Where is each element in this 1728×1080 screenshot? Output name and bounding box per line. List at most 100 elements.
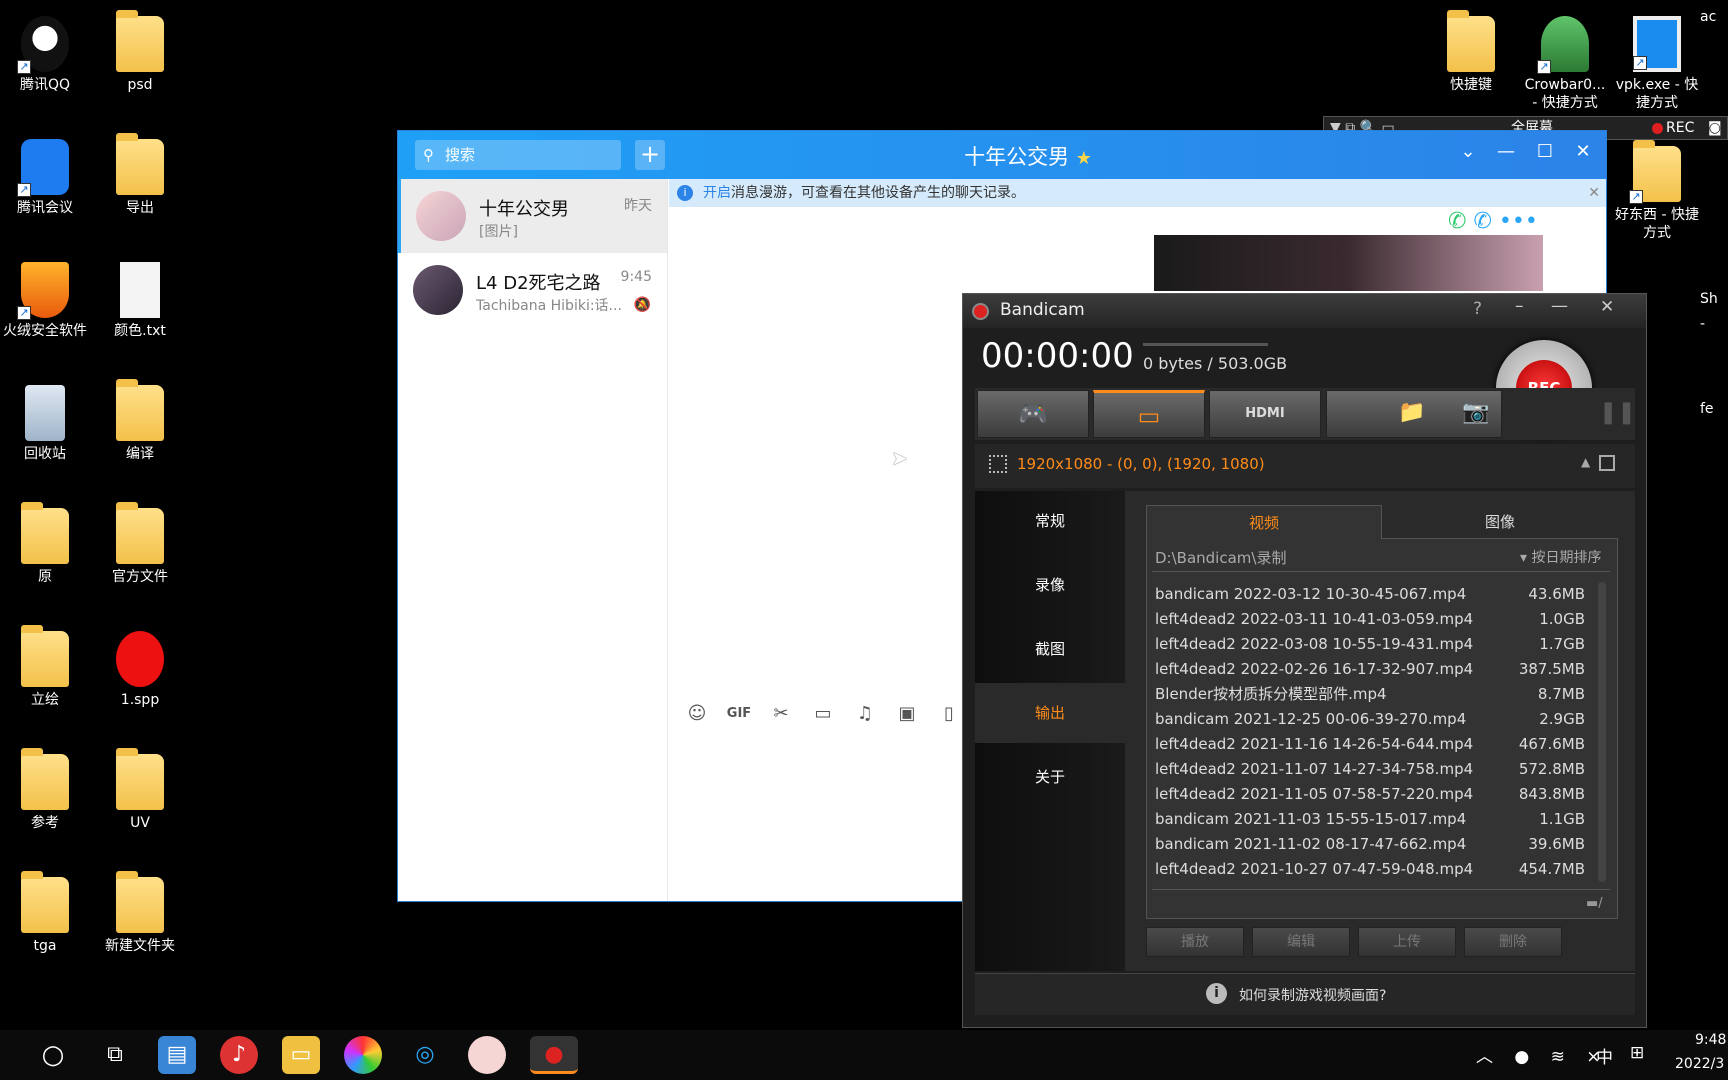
overlay-camera-icon[interactable]: ◙ [1708,117,1722,139]
clock-time[interactable]: 9:48 [1695,1032,1726,1048]
taskbar-color-app[interactable] [344,1036,382,1074]
desktop-icon[interactable]: tga [0,869,90,979]
desktop-icon[interactable]: ↗ Crowbar0... - 快捷方式 [1520,8,1610,118]
taskbar-netease-music[interactable]: ♪ [220,1036,258,1074]
folder-icon [21,871,69,933]
pause-icon[interactable]: ❚❚ [1599,400,1636,425]
tray-icons[interactable]: ︿ ● ≋ ⨯ [1476,1042,1609,1067]
file-name: bandicam 2021-11-02 08-17-47-662.mp4 [1155,835,1467,853]
scissors-icon[interactable]: ✂ [767,701,795,727]
music-icon[interactable]: ♫ [851,701,879,727]
desktop-icon[interactable]: fe [1700,400,1728,510]
desktop-icon[interactable]: 立绘 [0,623,90,733]
maximize-button[interactable]: ☐ [1530,141,1560,162]
region-select-icon[interactable] [989,455,1007,473]
sidebar-item-4[interactable]: 关于 [975,747,1125,807]
desktop-icon[interactable]: 参考 [0,746,90,856]
taskbar-explorer[interactable]: ▭ [282,1036,320,1074]
enable-roaming-link[interactable]: 开启 [703,185,731,201]
desktop-icon[interactable]: psd [95,8,185,118]
desktop-icon-label: tga [33,938,57,954]
keyboard-icon[interactable]: ⊞ [1630,1043,1644,1063]
minimize-button[interactable]: — [1491,141,1521,162]
hdmi-mode-button[interactable]: HDMI [1209,390,1321,438]
bandicam-minimize-button[interactable]: — [1551,296,1568,316]
desktop-icon[interactable]: 1.spp [95,623,185,733]
chevron-down-icon[interactable]: ⌄ [1453,141,1483,162]
taskbar-app-1[interactable]: ▤ [158,1036,196,1074]
file-list-item[interactable]: bandicam 2021-11-03 15-55-15-017.mp4 1.1G… [1155,807,1585,831]
game-mode-button[interactable]: 🎮 [977,390,1089,438]
search-circle-icon[interactable]: ○ [34,1036,72,1074]
footer-help-link[interactable]: 如何录制游戏视频画面? [1239,985,1386,1005]
desktop-icon[interactable]: 官方文件 [95,500,185,610]
file-list-item[interactable]: left4dead2 2021-10-27 07-47-59-048.mp4 45… [1155,857,1585,881]
file-list-item[interactable]: Blender按材质拆分模型部件.mp4 8.7MB [1155,682,1585,706]
gif-icon[interactable]: GIF [725,701,753,727]
desktop-icon[interactable]: ↗ 好东西 - 快捷 方式 [1612,138,1702,248]
screen-share-icon[interactable]: ▯ [935,701,963,727]
file-list-item[interactable]: bandicam 2021-12-25 00-06-39-270.mp4 2.9G… [1155,707,1585,731]
taskbar-app-ring[interactable]: ◎ [406,1036,444,1074]
file-list-item[interactable]: left4dead2 2021-11-05 07-58-57-220.mp4 84… [1155,782,1585,806]
ime-indicator[interactable]: 中 [1596,1043,1613,1068]
file-action-button-1[interactable]: 编辑 [1252,927,1350,957]
file-list-item[interactable]: left4dead2 2021-11-16 14-26-54-644.mp4 46… [1155,732,1585,756]
desktop-icon[interactable]: ac [1700,8,1728,118]
file-list-scrollbar[interactable] [1598,582,1606,882]
desktop-icon[interactable]: 回收站 [0,377,90,487]
notice-close-icon[interactable]: ✕ [1588,179,1600,207]
chat-list-item[interactable]: L4 D2死宅之路 Tachibana Hibiki:话... 9:45 🔕 [398,253,667,327]
sidebar-item-1[interactable]: 录像 [975,555,1125,615]
file-list-item[interactable]: left4dead2 2022-03-11 10-41-03-059.mp4 1.… [1155,607,1585,631]
file-list-item[interactable]: left4dead2 2021-11-07 14-27-34-758.mp4 57… [1155,757,1585,781]
open-folder-icon[interactable]: 📁 [1398,400,1425,425]
file-list-item[interactable]: bandicam 2021-11-02 08-17-47-662.mp4 39.6… [1155,832,1585,856]
desktop-icon[interactable]: 原 [0,500,90,610]
call-icons[interactable]: ✆ ✆ ••• [1448,209,1538,234]
region-window-icon[interactable] [1599,455,1615,471]
file-action-button-3[interactable]: 删除 [1464,927,1562,957]
file-action-button-0[interactable]: 播放 [1146,927,1244,957]
screen-mode-button[interactable]: ▭ [1093,390,1205,438]
sidebar-item-0[interactable]: 常规 [975,491,1125,551]
file-action-button-2[interactable]: 上传 [1358,927,1456,957]
help-button[interactable]: ? [1473,299,1482,319]
tab-video[interactable]: 视频 [1146,505,1382,539]
task-view-icon[interactable]: ⧉ [96,1036,134,1074]
file-list-item[interactable]: left4dead2 2022-03-08 10-55-19-431.mp4 1.… [1155,632,1585,656]
desktop-icon[interactable]: ↗ 腾讯QQ [0,8,90,118]
desktop-icon[interactable]: 新建文件夹 [95,869,185,979]
desktop-icon[interactable]: 导出 [95,131,185,241]
sort-dropdown[interactable]: ▾ 按日期排序 [1520,547,1601,567]
folder-icon[interactable]: ▭ [809,701,837,727]
taskbar-qq[interactable] [468,1036,506,1074]
desktop-icon[interactable]: ↗ 腾讯会议 [0,131,90,241]
chat-list-item[interactable]: 十年公交男 [图片] 昨天 [398,179,667,253]
desktop-icon[interactable]: ↗ 火绒安全软件 [0,254,90,364]
sidebar-item-2[interactable]: 截图 [975,619,1125,679]
desktop-icon[interactable]: ↗ vpk.exe - 快 捷方式 [1612,8,1702,118]
qq-search-input[interactable]: ⚲ 搜索 [415,140,621,170]
emoji-icon[interactable]: ☺ [683,701,711,727]
bandicam-close-button[interactable]: ✕ [1600,297,1614,317]
tab-image[interactable]: 图像 [1382,505,1618,539]
file-list-item[interactable]: bandicam 2022-03-12 10-30-45-067.mp4 43.6… [1155,582,1585,606]
bandicam-min-button[interactable]: – [1515,296,1524,316]
close-button[interactable]: ✕ [1568,141,1598,162]
image-icon[interactable]: ▣ [893,701,921,727]
taskbar-bandicam[interactable]: ● [530,1036,578,1074]
shared-image[interactable] [1154,235,1543,291]
desktop-icon[interactable]: 编译 [95,377,185,487]
region-up-icon[interactable]: ▲ [1581,455,1590,469]
qq-add-button[interactable]: + [635,140,665,170]
desktop-icon[interactable]: UV [95,746,185,856]
screenshot-camera-icon[interactable]: 📷 [1462,400,1489,425]
browse-folder-icon[interactable]: ▬/ [1586,896,1603,911]
file-list-item[interactable]: left4dead2 2022-02-26 16-17-32-907.mp4 38… [1155,657,1585,681]
desktop-icon[interactable]: 颜色.txt [95,254,185,364]
sidebar-item-3[interactable]: 输出 [975,683,1125,743]
overlay-rec-label[interactable]: REC [1666,117,1694,139]
desktop-icon[interactable]: 快捷键 [1426,8,1516,118]
clock-date[interactable]: 2022/3 [1675,1056,1724,1072]
